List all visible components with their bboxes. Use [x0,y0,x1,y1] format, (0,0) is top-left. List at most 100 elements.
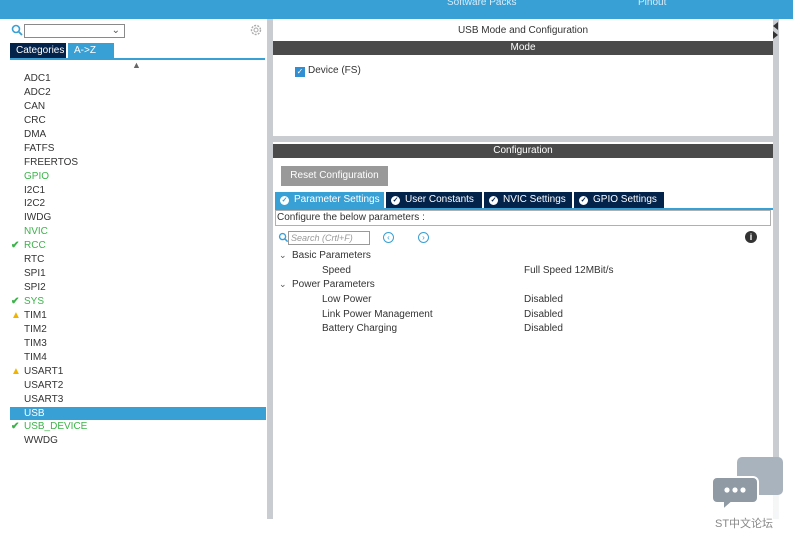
peripheral-item[interactable]: WWDG [10,434,266,448]
gear-icon[interactable] [249,23,263,37]
peripheral-item[interactable]: CRC [10,114,266,128]
reset-configuration-button[interactable]: Reset Configuration [281,166,388,186]
watermark-text: ST中文论坛 [715,518,774,530]
peripheral-list: ADC1 ADC2 CAN CRC DMA FATFS FREERTOS GPIO I2C1 I2… [10,72,266,448]
device-fs-checkbox[interactable]: ✓ Device (FS) [295,65,361,77]
peripheral-item[interactable]: NVIC [10,225,266,239]
param-battery-charging-value[interactable]: Disabled [524,323,563,334]
param-low-power-name: Low Power [322,294,372,305]
peripheral-item[interactable]: I2C2 [10,197,266,211]
configuration-header: Configuration [273,144,773,158]
peripheral-label: CAN [24,100,46,112]
peripheral-label: USB [24,407,45,419]
peripheral-label: USART3 [24,393,64,405]
tab-parameter-settings[interactable]: ✓ Parameter Settings [275,192,384,208]
peripheral-item[interactable]: CAN [10,100,266,114]
vertical-scrollbar[interactable] [773,19,779,519]
chevron-down-icon[interactable]: ⌄ [279,250,289,261]
peripheral-item[interactable]: USART2 [10,379,266,393]
peripheral-label: RTC [24,254,45,266]
peripheral-panel: ⌄ Categories A->Z ▲︎ ADC1 ADC2 CAN CRC DMA FA… [0,19,267,519]
peripheral-item[interactable]: TIM4 [10,351,266,365]
group-basic-parameters[interactable]: ⌄ Basic Parameters [279,250,371,261]
tab-pinout[interactable]: Pinout [638,0,666,8]
check-circle-icon: ✓ [489,196,498,205]
group-label: Power Parameters [292,279,375,290]
previous-match-icon[interactable]: ‹ [383,232,394,243]
warning-icon: ▲ [11,309,21,321]
mode-header: Mode [273,41,773,55]
next-match-icon[interactable]: › [418,232,429,243]
peripheral-label: IWDG [24,212,52,224]
tab-nvic-settings[interactable]: ✓ NVIC Settings [484,192,572,208]
peripheral-item[interactable]: I2C1 [10,184,266,198]
tab-user-constants[interactable]: ✓ User Constants [386,192,482,208]
chevron-down-icon[interactable]: ⌄ [112,25,120,36]
peripheral-item[interactable]: ▲ TIM1 [10,309,266,323]
peripheral-item[interactable]: SPI1 [10,267,266,281]
param-low-power-value[interactable]: Disabled [524,294,563,305]
param-lpm-value[interactable]: Disabled [524,309,563,320]
peripheral-label: WWDG [24,435,58,447]
peripheral-label: I2C1 [24,184,46,196]
peripheral-item[interactable]: USB [10,406,266,421]
collapse-arrow-icon[interactable] [773,22,778,30]
info-icon[interactable]: i [745,231,757,243]
peripheral-item[interactable]: GPIO [10,170,266,184]
tab-a-z[interactable]: A->Z [68,43,114,58]
sort-icon[interactable]: ▲︎ [132,60,141,70]
peripheral-label: FATFS [24,142,55,154]
peripheral-item[interactable]: RTC [10,253,266,267]
peripheral-item[interactable]: FREERTOS [10,156,266,170]
peripheral-item[interactable]: FATFS [10,142,266,156]
peripheral-label: ADC1 [24,73,51,84]
param-battery-charging-name: Battery Charging [322,323,398,334]
peripheral-item[interactable]: ▲ USART1 [10,365,266,379]
peripheral-label: ADC2 [24,86,51,98]
peripheral-label: SPI2 [24,282,46,294]
chevron-down-icon[interactable]: ⌄ [279,279,289,290]
peripheral-label: USART2 [24,379,64,391]
peripheral-item[interactable]: IWDG [10,211,266,225]
device-fs-label: Device (FS) [308,65,361,76]
panel-title: USB Mode and Configuration [457,25,589,36]
peripheral-search-input[interactable]: ⌄ [24,24,125,38]
check-icon: ✔ [11,240,20,252]
top-toolbar: Software Packs Pinout [0,0,793,19]
check-circle-icon: ✓ [579,196,588,205]
peripheral-label: TIM2 [24,323,47,335]
tab-software-packs[interactable]: Software Packs [447,0,516,8]
checkbox-checked-icon[interactable]: ✓ [295,67,305,77]
parameter-search-input[interactable]: Search (Crtl+F) [288,231,370,245]
peripheral-item[interactable]: TIM3 [10,337,266,351]
peripheral-item[interactable]: ✔ USB_DEVICE [10,420,266,434]
peripheral-item[interactable]: DMA [10,128,266,142]
check-icon: ✔ [11,296,20,307]
peripheral-item[interactable]: ADC1 [10,72,266,86]
forum-logo-icon [713,457,783,513]
peripheral-label: SPI1 [24,268,46,280]
peripheral-label: FREERTOS [24,156,79,168]
peripheral-item[interactable]: ADC2 [10,86,266,100]
peripheral-item[interactable]: ✔ RCC [10,239,266,253]
expand-arrow-icon[interactable] [773,31,778,39]
peripheral-label: SYS [24,296,45,307]
section-separator[interactable] [273,136,773,142]
peripheral-label: USART1 [24,365,64,377]
peripheral-label: TIM1 [24,309,47,321]
peripheral-item[interactable]: SPI2 [10,281,266,295]
group-power-parameters[interactable]: ⌄ Power Parameters [279,279,375,290]
param-lpm-name: Link Power Management [322,309,433,320]
tab-categories[interactable]: Categories [10,43,66,58]
tab-gpio-settings[interactable]: ✓ GPIO Settings [574,192,664,208]
peripheral-label: NVIC [24,226,48,238]
peripheral-item[interactable]: ✔ SYS [10,295,266,309]
peripheral-search-row: ⌄ [10,23,265,39]
peripheral-label: CRC [24,114,46,126]
peripheral-item[interactable]: TIM2 [10,323,266,337]
peripheral-item[interactable]: USART3 [10,393,266,407]
tab-label: Parameter Settings [294,194,380,205]
parameter-search-row: Search (Crtl+F) ‹ › i [277,231,769,246]
param-speed-value[interactable]: Full Speed 12MBit/s [524,265,614,276]
peripheral-label: RCC [24,240,46,252]
